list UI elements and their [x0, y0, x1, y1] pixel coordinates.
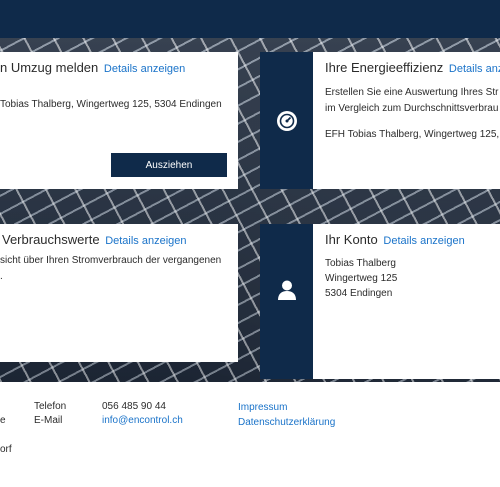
footer-phone-label: Telefon	[34, 401, 67, 412]
energy-card: Ihre Energieeffizienz Details anzeigen E…	[313, 52, 500, 189]
account-name: Tobias Thalberg	[325, 258, 396, 269]
move-out-button[interactable]: Ausziehen	[111, 153, 227, 177]
footer-col1-line2: orf	[0, 444, 12, 455]
energy-card-title: Ihre Energieeffizienz Details anzeigen	[325, 60, 500, 75]
move-card-title: n Umzug melden Details anzeigen	[0, 60, 186, 75]
footer-phone-value: 056 485 90 44	[102, 401, 166, 412]
account-city: 5304 Endingen	[325, 288, 393, 299]
account-card: Ihr Konto Details anzeigen Tobias Thalbe…	[313, 224, 500, 379]
usage-card-line1: sicht über Ihren Stromverbrauch der verg…	[0, 255, 222, 266]
hero-background: n Umzug melden Details anzeigen Tobias T…	[0, 38, 500, 382]
usage-card-details-link[interactable]: Details anzeigen	[105, 235, 186, 247]
energy-card-line3: EFH Tobias Thalberg, Wingertweg 125,	[325, 129, 500, 140]
energy-card-line2: im Vergleich zum Durchschnittsverbrau	[325, 103, 499, 114]
energy-card-line1: Erstellen Sie eine Auswertung Ihres Str	[325, 87, 499, 98]
energy-icon-strip	[260, 52, 313, 189]
move-card-address: Tobias Thalberg, Wingertweg 125, 5304 En…	[0, 99, 222, 110]
move-card-details-link[interactable]: Details anzeigen	[104, 63, 185, 75]
account-street: Wingertweg 125	[325, 273, 398, 284]
usage-card-line2: .	[0, 271, 3, 282]
usage-card: Verbrauchswerte Details anzeigen sicht ü…	[0, 224, 238, 362]
account-card-title: Ihr Konto Details anzeigen	[325, 232, 465, 247]
footer: e orf Telefon E-Mail 056 485 90 44 info@…	[0, 382, 500, 487]
energy-card-details-link[interactable]: Details anzeigen	[449, 63, 500, 75]
gauge-icon	[276, 110, 298, 132]
usage-card-title: Verbrauchswerte Details anzeigen	[2, 232, 187, 247]
top-header-bar	[0, 0, 500, 38]
footer-impressum-link[interactable]: Impressum	[238, 402, 287, 413]
footer-email-label: E-Mail	[34, 415, 63, 426]
user-icon	[276, 279, 298, 301]
account-card-details-link[interactable]: Details anzeigen	[383, 235, 464, 247]
account-icon-strip	[260, 224, 313, 379]
move-card: n Umzug melden Details anzeigen Tobias T…	[0, 52, 238, 189]
footer-email-link[interactable]: info@encontrol.ch	[102, 415, 183, 426]
footer-col1-line1: e	[0, 415, 6, 426]
footer-privacy-link[interactable]: Datenschutzerklärung	[238, 417, 335, 428]
